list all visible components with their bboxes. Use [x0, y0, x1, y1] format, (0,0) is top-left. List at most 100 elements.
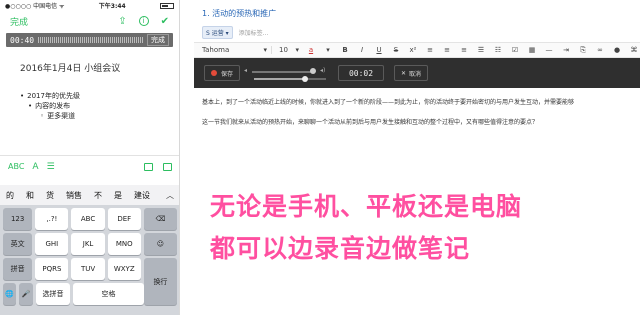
- code-icon[interactable]: ⌘: [629, 46, 639, 54]
- bold-icon[interactable]: B: [340, 46, 350, 54]
- link-icon[interactable]: ∞: [595, 46, 605, 54]
- divider-icon[interactable]: —: [544, 46, 554, 54]
- audio-recorder-strip: 保存 ◂ ◂) 00:02 ✕ 取消: [194, 58, 640, 88]
- candidate[interactable]: 建设: [128, 190, 156, 201]
- key-english[interactable]: 英文: [3, 233, 33, 255]
- key-pinyin[interactable]: 拼音: [3, 258, 33, 280]
- key[interactable]: JKL: [71, 233, 105, 255]
- font-style-button[interactable]: A: [32, 162, 38, 172]
- bullet-icon: •: [28, 102, 33, 110]
- outline-item: ◦ 更多渠道: [40, 112, 76, 120]
- attachment-icon[interactable]: ⎘: [578, 46, 588, 55]
- camera-icon[interactable]: [144, 162, 153, 171]
- body-paragraph[interactable]: 这一节我们就来从活动的预热开始，来聊聊一个活动从前到后与用户发生接触和互动的整个…: [202, 117, 538, 126]
- status-time: 下午3:44: [98, 3, 126, 10]
- superscript-icon[interactable]: x²: [408, 46, 418, 54]
- key[interactable]: WXYZ: [107, 258, 141, 280]
- emoji-key[interactable]: ☺: [143, 233, 178, 255]
- underline-icon[interactable]: U: [374, 46, 384, 54]
- record-audio-icon[interactable]: ●: [612, 46, 622, 54]
- add-tag-input[interactable]: 添加标签...: [239, 28, 269, 37]
- battery-icon: [159, 2, 174, 9]
- list-button[interactable]: ☰: [47, 162, 55, 172]
- text-format-button[interactable]: ABC: [8, 162, 24, 171]
- nav-actions: ⇪ i ✔: [118, 16, 169, 27]
- format-toolbar: ABC A ☰: [0, 155, 179, 177]
- volume-knob[interactable]: [310, 68, 316, 74]
- candidate[interactable]: 不: [88, 190, 108, 201]
- note-title[interactable]: 1. 活动的预热和推广: [202, 8, 276, 19]
- bullet-icon: •: [20, 92, 25, 100]
- key[interactable]: GHI: [35, 233, 69, 255]
- waveform: [38, 37, 143, 43]
- note-title[interactable]: 2016年1月4日 小组会议: [20, 61, 179, 74]
- keyboard-row: 123 ,.?! ABC DEF ⌫: [3, 208, 178, 230]
- outline-item: • 内容的发布: [28, 102, 71, 110]
- mic-icon[interactable]: 🎤: [19, 283, 33, 305]
- volume-slider[interactable]: [252, 71, 312, 73]
- font-color-icon[interactable]: a: [306, 46, 316, 54]
- select-pinyin-key[interactable]: 选拼音: [36, 283, 70, 305]
- key-123[interactable]: 123: [3, 208, 33, 230]
- italic-icon[interactable]: I: [357, 46, 367, 54]
- strikethrough-icon[interactable]: S: [391, 46, 401, 54]
- add-icon[interactable]: [163, 162, 172, 171]
- recording-time: 00:40: [10, 35, 35, 45]
- cancel-label: 取消: [409, 70, 422, 78]
- key[interactable]: ,.?!: [35, 208, 69, 230]
- candidate[interactable]: 销售: [60, 190, 88, 201]
- table-icon[interactable]: ▦: [527, 46, 537, 54]
- pinyin-keyboard: 123 ,.?! ABC DEF ⌫ 英文 GHI JKL MNO ☺ 拼音 P…: [0, 205, 179, 315]
- font-family-select[interactable]: Tahoma ▾: [202, 46, 272, 54]
- candidate[interactable]: 和: [20, 190, 40, 201]
- notebook-tag[interactable]: S 运营 ▾: [202, 26, 233, 39]
- outline-item: • 2017年的优先级: [20, 92, 80, 100]
- volume-high-icon: ◂): [320, 67, 326, 74]
- font-size-select[interactable]: 10 ▾: [279, 46, 299, 54]
- ime-candidate-bar: 的 和 货 销售 不 是 建设 ︿: [0, 185, 179, 205]
- globe-icon[interactable]: 🌐: [3, 283, 16, 305]
- indent-icon[interactable]: ⇥: [561, 46, 571, 54]
- align-left-icon[interactable]: ≡: [425, 46, 435, 54]
- recording-done-button[interactable]: 完成: [147, 34, 169, 46]
- candidate[interactable]: 货: [40, 190, 60, 201]
- bulleted-list-icon[interactable]: ☰: [476, 46, 486, 54]
- backspace-key[interactable]: ⌫: [143, 208, 178, 230]
- tag-row: S 运营 ▾ 添加标签...: [202, 26, 268, 39]
- note-outline[interactable]: • 2017年的优先级 • 内容的发布 ◦ 更多渠道: [20, 91, 179, 121]
- bullet-icon: ◦: [40, 112, 45, 120]
- chevron-down-icon: ▾: [263, 46, 267, 54]
- return-key[interactable]: 换行: [143, 258, 178, 305]
- format-right-actions: [144, 162, 172, 171]
- key[interactable]: DEF: [107, 208, 141, 230]
- desktop-editor: 1. 活动的预热和推广 S 运营 ▾ 添加标签... Tahoma ▾ 10 ▾ a…: [194, 0, 640, 315]
- info-icon[interactable]: i: [138, 16, 149, 26]
- candidate[interactable]: 的: [0, 190, 20, 201]
- key[interactable]: MNO: [107, 233, 141, 255]
- check-icon[interactable]: ✔: [161, 16, 169, 27]
- key[interactable]: ABC: [71, 208, 105, 230]
- align-right-icon[interactable]: ≡: [459, 46, 469, 54]
- checkbox-icon[interactable]: ☑: [510, 46, 520, 54]
- promo-caption-line-1: 无论是手机、平板还是电脑: [210, 192, 523, 221]
- key[interactable]: PQRS: [35, 258, 69, 280]
- note-nav-bar: 完成 ⇪ i ✔: [0, 11, 179, 31]
- numbered-list-icon[interactable]: ☷: [493, 46, 503, 54]
- save-recording-label: 保存: [221, 70, 234, 78]
- recording-progress-fill: [254, 78, 304, 80]
- space-key[interactable]: 空格: [73, 283, 144, 305]
- record-dot-icon: [211, 70, 217, 76]
- chevron-up-icon[interactable]: ︿: [166, 190, 179, 201]
- chevron-down-icon: ▾: [295, 46, 299, 54]
- recording-progress-knob[interactable]: [302, 76, 308, 82]
- cancel-recording-button[interactable]: ✕ 取消: [394, 65, 429, 81]
- key[interactable]: TUV: [71, 258, 105, 280]
- highlight-icon[interactable]: ▾: [323, 46, 333, 54]
- save-recording-button[interactable]: 保存: [204, 65, 241, 81]
- done-button[interactable]: 完成: [10, 15, 28, 28]
- align-center-icon[interactable]: ≡: [442, 46, 452, 54]
- candidate[interactable]: 是: [108, 190, 128, 201]
- body-paragraph[interactable]: 基本上，到了一个活动临近上线的时候，你就进入到了一个新的阶段——到此为止，你的活…: [202, 97, 574, 106]
- status-right: [159, 2, 174, 9]
- share-icon[interactable]: ⇪: [118, 16, 126, 27]
